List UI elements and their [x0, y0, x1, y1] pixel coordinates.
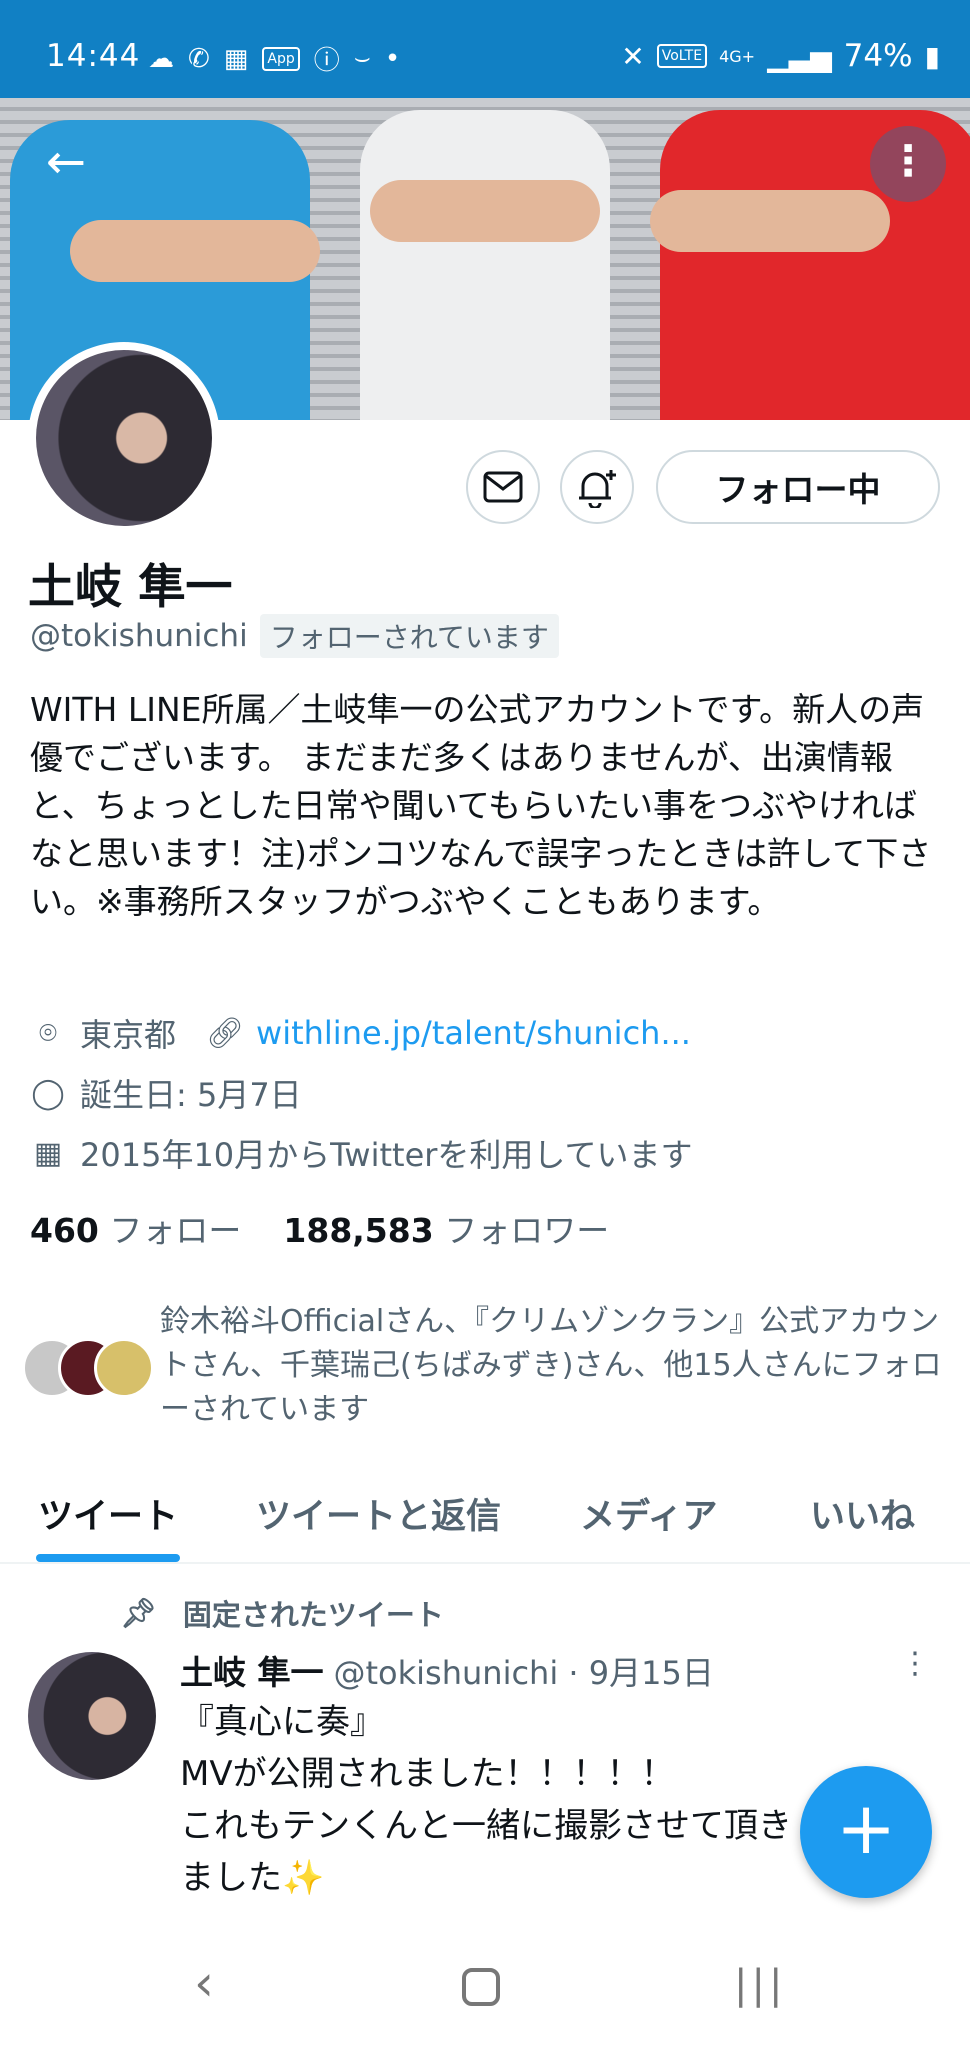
profile-avatar[interactable] [28, 342, 220, 534]
profile-joined: 2015年10月からTwitterを利用しています [80, 1136, 693, 1174]
tab-tweets[interactable]: ツイート [38, 1488, 178, 1539]
pin-icon: 📌︎ [120, 1595, 157, 1630]
tweet-handle-date: @tokishunichi · 9月15日 [333, 1654, 714, 1692]
battery-icon: ▮ [924, 39, 940, 73]
battery-level: 74% [843, 38, 913, 74]
following-button[interactable]: フォロー中 [656, 450, 940, 524]
followed-by-avatars [22, 1338, 154, 1402]
avatar-image [36, 350, 212, 526]
meta-joined: ▦ 2015年10月からTwitterを利用しています [30, 1130, 693, 1176]
followers-link[interactable]: 188,583 フォロワー [283, 1204, 609, 1252]
followers-count: 188,583 [283, 1211, 434, 1250]
calendar-icon: ▦ [33, 1135, 63, 1171]
nav-recents-icon[interactable]: ||| [734, 1962, 786, 2008]
following-label: フォロー [109, 1211, 242, 1250]
tweet-avatar[interactable] [28, 1652, 156, 1780]
plus-icon: + [835, 1786, 897, 1870]
dot-icon: • [384, 43, 401, 74]
compose-tweet-button[interactable]: + [800, 1766, 932, 1898]
profile-tabs: ツイート ツイートと返信 メディア いいね [0, 1470, 970, 1564]
wifi-call-icon: ✆ [188, 43, 210, 74]
mute-icon: ✕ [621, 39, 645, 73]
followed-by-section[interactable]: 鈴木裕斗Officialさん、『クリムゾンクラン』公式アカウントさん、千葉瑞己(… [22, 1300, 952, 1430]
tweet-author-name[interactable]: 土岐 隼一 [180, 1646, 324, 1694]
profile-name: 土岐 隼一 [28, 560, 233, 615]
amazon-icon: ⌣ [353, 43, 371, 73]
signal-icon: ▁▃▅ [767, 39, 832, 73]
status-icons-right: ✕ VoLTE 4G+ ▁▃▅ 74% ▮ [621, 38, 940, 74]
message-button[interactable] [466, 450, 540, 524]
status-time: 14:44 [46, 38, 141, 74]
status-icons-left: ☁ ✆ ▦ App ⓘ ⌣ • [148, 40, 400, 77]
calendar-icon: ▦ [223, 43, 249, 74]
4g-icon: 4G+ [719, 46, 756, 66]
more-options-icon[interactable]: ⋮ [870, 126, 946, 202]
tweet-text[interactable]: 『真心に奏』 MVが公開されました！！！！！ これもテンくんと一緒に撮影させて頂… [180, 1696, 820, 1904]
profile-birthday: 誕生日: 5月7日 [80, 1076, 302, 1114]
follow-counts: 460 フォロー 188,583 フォロワー [30, 1204, 609, 1252]
status-bar: 14:44 ☁ ✆ ▦ App ⓘ ⌣ • ✕ VoLTE 4G+ ▁▃▅ 74… [0, 0, 970, 98]
envelope-icon [483, 471, 523, 503]
following-link[interactable]: 460 フォロー [30, 1204, 241, 1252]
tweet-more-icon[interactable]: ⋮ [900, 1646, 930, 1681]
weather-icon: ☁ [148, 43, 174, 74]
handle-row: @tokishunichi フォローされています [30, 614, 559, 658]
followed-by-text: 鈴木裕斗Officialさん、『クリムゾンクラン』公式アカウントさん、千葉瑞己(… [160, 1304, 942, 1427]
followers-label: フォロワー [444, 1211, 610, 1250]
meta-birthday: ◯ 誕生日: 5月7日 [30, 1070, 302, 1116]
profile-location: 東京都 [80, 1016, 177, 1054]
meta-location-website: ⌾ 東京都 🔗︎ withline.jp/talent/shunich... [30, 1010, 691, 1056]
active-tab-indicator [36, 1554, 180, 1562]
profile-handle: @tokishunichi [30, 618, 248, 654]
following-count: 460 [30, 1211, 99, 1250]
follows-you-badge: フォローされています [259, 614, 559, 658]
profile-website-link[interactable]: withline.jp/talent/shunich... [256, 1014, 691, 1052]
pinned-label-row: 📌︎ 固定されたツイート [120, 1592, 444, 1634]
banner-person-white [350, 100, 620, 420]
link-icon: 🔗︎ [206, 1015, 245, 1051]
tab-likes[interactable]: いいね [810, 1488, 915, 1539]
notification-button[interactable] [560, 450, 634, 524]
tab-media[interactable]: メディア [580, 1488, 718, 1539]
nav-home-icon[interactable] [462, 1968, 500, 2006]
info-icon: ⓘ [313, 46, 340, 76]
app-icon: App [262, 46, 300, 71]
tab-tweets-replies[interactable]: ツイートと返信 [256, 1488, 501, 1539]
pinned-label: 固定されたツイート [182, 1598, 444, 1632]
tweet-header: 土岐 隼一 @tokishunichi · 9月15日 [180, 1646, 714, 1694]
profile-bio: WITH LINE所属／土岐隼一の公式アカウントです。新人の声優でございます。 … [30, 690, 932, 921]
location-pin-icon: ⌾ [39, 1015, 57, 1051]
follower-avatar [94, 1338, 154, 1398]
bell-plus-icon [579, 470, 616, 508]
volte-icon: VoLTE [656, 44, 708, 68]
back-arrow-icon[interactable]: ← [34, 130, 98, 194]
balloon-icon: ◯ [31, 1075, 65, 1111]
system-nav-bar: ‹ ||| [0, 1930, 970, 2048]
nav-back-icon[interactable]: ‹ [194, 1954, 214, 2012]
